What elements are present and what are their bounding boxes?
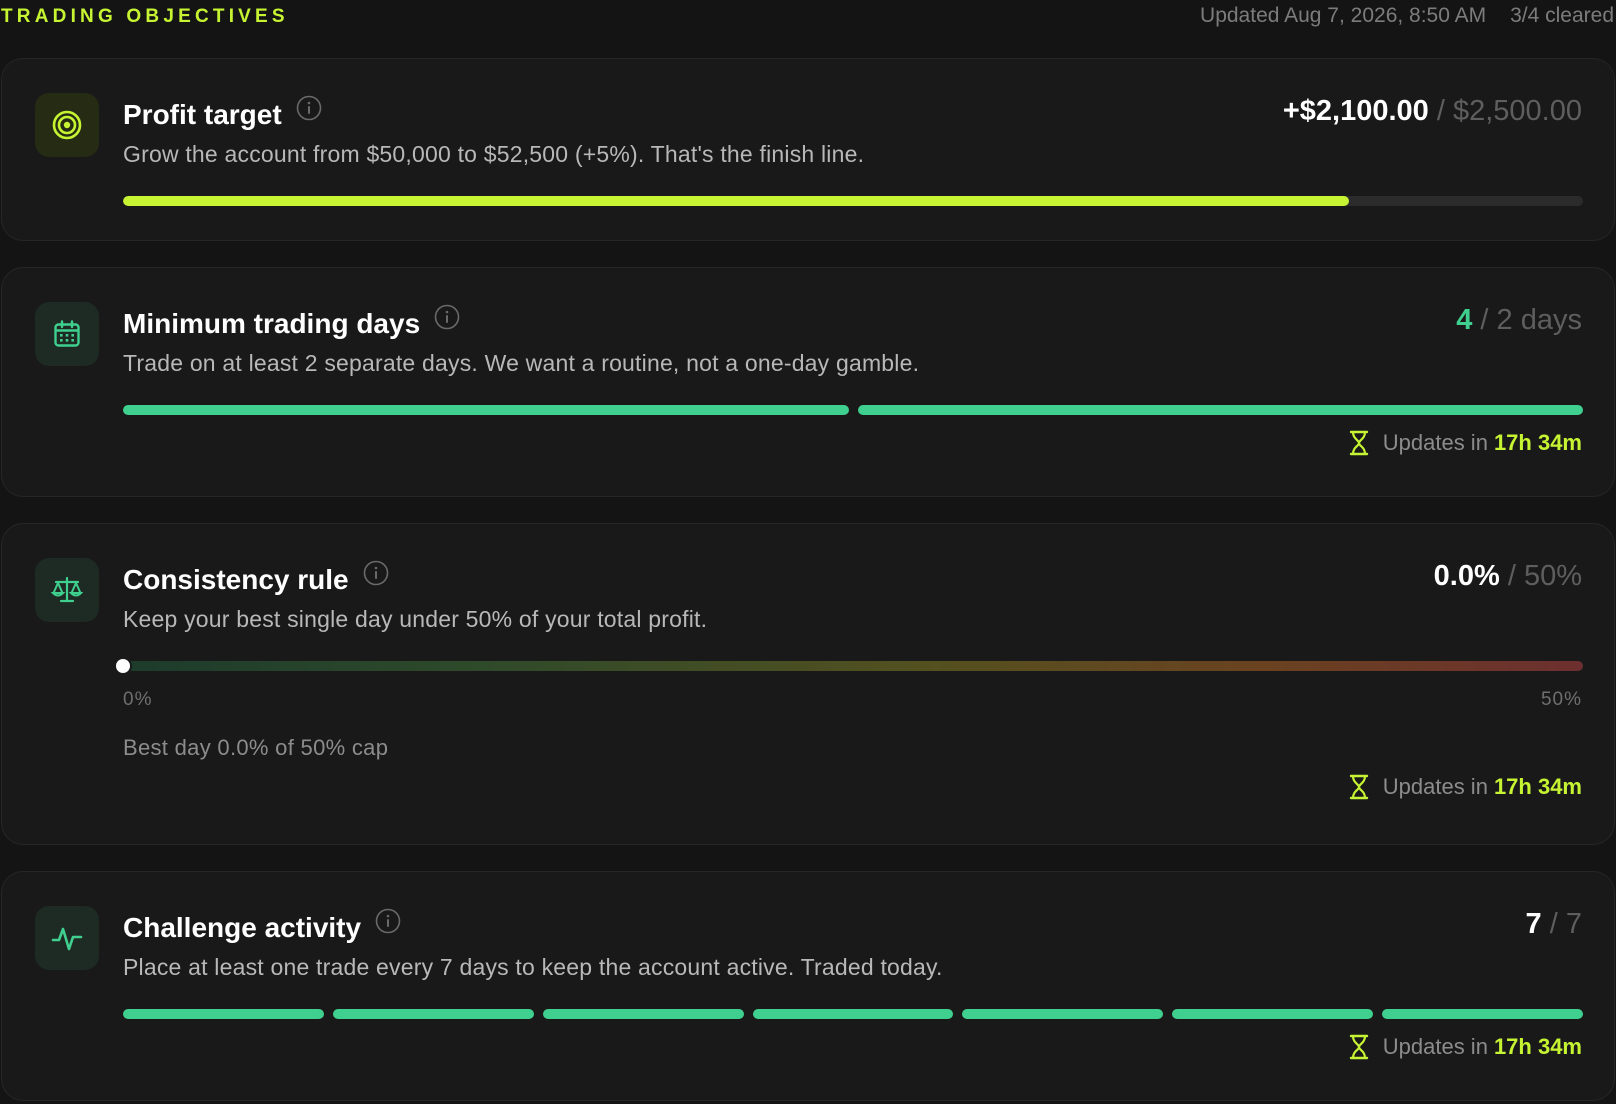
- progress-segment: [857, 405, 1583, 415]
- metric-target: 7: [1565, 908, 1582, 940]
- progress-segment: [1172, 1009, 1374, 1019]
- objective-title: Consistency rule: [123, 560, 389, 596]
- hourglass-icon: [1349, 774, 1369, 800]
- last-updated-text: Updated Aug 7, 2026, 8:50 AM: [1200, 4, 1487, 27]
- objective-metric: +$2,100.00 / $2,500.00: [1283, 95, 1582, 128]
- objective-card-consistency-rule: Consistency rule Keep your best single d…: [1, 523, 1615, 845]
- progress-bar: [123, 196, 1583, 206]
- progress-segment: [123, 405, 849, 415]
- objective-description: Trade on at least 2 separate days. We wa…: [123, 350, 920, 376]
- progress-segment: [1382, 1009, 1584, 1019]
- cleared-count: 3/4 cleared: [1510, 4, 1614, 27]
- objective-card-profit-target: Profit target Grow the account from $50,…: [1, 58, 1615, 241]
- metric-current: 4: [1456, 304, 1473, 336]
- objective-description: Grow the account from $50,000 to $52,500…: [123, 141, 865, 167]
- metric-separator: /: [1507, 560, 1516, 592]
- progress-bar-fill: [123, 196, 1350, 206]
- metric-current: 7: [1525, 908, 1542, 940]
- updates-countdown: Updates in 17h 34m: [1349, 774, 1582, 800]
- metric-separator: /: [1480, 304, 1489, 336]
- progress-segment: [332, 1009, 534, 1019]
- objective-title-text: Profit target: [123, 99, 282, 130]
- objective-card-challenge-activity: Challenge activity Place at least one tr…: [1, 871, 1615, 1101]
- objective-description: Place at least one trade every 7 days to…: [123, 954, 943, 980]
- gauge-max-label: 50%: [1540, 689, 1582, 710]
- objective-metric: 0.0% / 50%: [1434, 560, 1582, 593]
- objective-title: Minimum trading days: [123, 304, 460, 340]
- metric-separator: /: [1436, 95, 1445, 127]
- consistency-gauge-track: [123, 661, 1583, 671]
- calendar-icon: [35, 302, 99, 366]
- objective-title: Challenge activity: [123, 908, 401, 944]
- section-title: TRADING OBJECTIVES: [1, 6, 289, 27]
- updates-countdown: Updates in 17h 34m: [1349, 1034, 1582, 1060]
- progress-segment: [123, 1009, 324, 1019]
- objective-title: Profit target: [123, 95, 322, 131]
- target-icon: [35, 93, 99, 157]
- updates-time: 17h 34m: [1493, 430, 1582, 455]
- hourglass-icon: [1349, 1034, 1369, 1060]
- info-icon[interactable]: [434, 304, 460, 337]
- info-icon[interactable]: [296, 95, 322, 128]
- objective-title-text: Challenge activity: [123, 912, 362, 943]
- metric-current: +$2,100.00: [1282, 95, 1429, 127]
- consistency-gauge-knob: [114, 657, 132, 675]
- section-header: TRADING OBJECTIVES Updated Aug 7, 2026, …: [0, 0, 1616, 34]
- metric-current: 0.0%: [1433, 560, 1500, 592]
- metric-target: 2 days: [1496, 304, 1582, 336]
- updates-time: 17h 34m: [1493, 774, 1582, 799]
- activity-icon: [35, 906, 99, 970]
- info-icon[interactable]: [363, 560, 389, 593]
- segmented-progress: [123, 405, 1583, 415]
- hourglass-icon: [1349, 430, 1369, 456]
- metric-target: 50%: [1523, 560, 1582, 592]
- gauge-min-label: 0%: [123, 689, 153, 710]
- info-icon[interactable]: [375, 908, 401, 941]
- updates-label: Updates in: [1382, 430, 1488, 455]
- objective-title-text: Minimum trading days: [123, 308, 421, 339]
- metric-target: $2,500.00: [1452, 95, 1582, 127]
- progress-segment: [752, 1009, 954, 1019]
- updates-label: Updates in: [1382, 774, 1488, 799]
- objective-metric: 7 / 7: [1526, 908, 1582, 941]
- objective-metric: 4 / 2 days: [1456, 304, 1582, 337]
- updates-countdown: Updates in 17h 34m: [1349, 430, 1582, 456]
- updates-time: 17h 34m: [1493, 1034, 1582, 1059]
- objective-description: Keep your best single day under 50% of y…: [123, 606, 708, 632]
- progress-segment: [962, 1009, 1164, 1019]
- updates-label: Updates in: [1382, 1034, 1488, 1059]
- segmented-progress: [123, 1009, 1584, 1019]
- objective-card-min-trading-days: Minimum trading days Trade on at least 2…: [1, 267, 1615, 497]
- progress-segment: [542, 1009, 744, 1019]
- scale-icon: [35, 558, 99, 622]
- best-day-text: Best day 0.0% of 50% cap: [123, 735, 389, 760]
- metric-separator: /: [1549, 908, 1558, 940]
- objective-title-text: Consistency rule: [123, 564, 349, 595]
- header-meta: Updated Aug 7, 2026, 8:50 AM 3/4 cleared: [1200, 4, 1614, 28]
